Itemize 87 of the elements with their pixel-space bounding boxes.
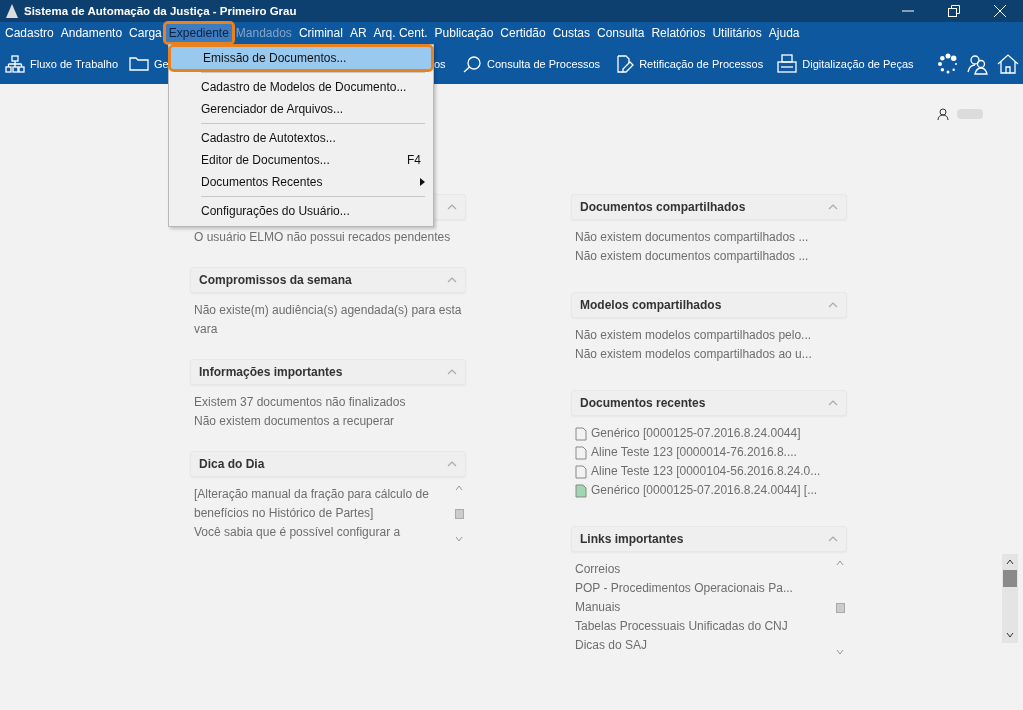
panel-message: O usuário ELMO não possui recados pendentes bbox=[194, 229, 452, 246]
panel-title: Documentos recentes bbox=[580, 396, 707, 410]
collapse-caret-icon[interactable] bbox=[828, 204, 838, 210]
loading-spinner-icon bbox=[937, 53, 959, 75]
toolbar-label[interactable]: Digitalização de Peças bbox=[802, 58, 914, 70]
list-entry[interactable]: Você sabia que é possível configurar a bbox=[194, 523, 448, 542]
home-icon[interactable] bbox=[997, 53, 1019, 75]
panel-message: Existem 37 documentos não finalizados bbox=[194, 394, 407, 411]
list-entry[interactable]: Manuais bbox=[575, 598, 829, 617]
users-icon[interactable] bbox=[967, 53, 989, 75]
scroll-thumb-icon[interactable] bbox=[454, 508, 464, 519]
panel-title: Dica do Dia bbox=[199, 457, 266, 471]
collapse-caret-icon[interactable] bbox=[447, 369, 457, 375]
menu-item[interactable]: Arq. Cent. bbox=[370, 24, 431, 42]
panel-message: Não existem modelos compartilhados pelo... bbox=[575, 327, 813, 344]
list-entry[interactable]: Dicas do SAJ bbox=[575, 636, 829, 655]
panel-scrollbar[interactable] bbox=[454, 485, 464, 542]
submenu-arrow-icon bbox=[420, 178, 425, 186]
collapse-caret-icon[interactable] bbox=[828, 536, 838, 542]
list-entry[interactable]: POP - Procedimentos Operacionais Pa... bbox=[575, 579, 829, 598]
collapse-caret-icon[interactable] bbox=[447, 461, 457, 467]
menu-item[interactable]: Cadastro bbox=[2, 24, 57, 42]
folder-icon bbox=[129, 55, 149, 73]
panel-message: Não existem documentos compartilhados ... bbox=[575, 248, 810, 265]
menu-option[interactable]: Configurações do Usuário... bbox=[169, 193, 433, 222]
menu-option[interactable]: Editor de Documentos... F4 bbox=[169, 149, 433, 171]
list-entry[interactable]: Tabelas Processuais Unificadas do CNJ bbox=[575, 617, 829, 636]
menu-option[interactable]: Emissão de Documentos... bbox=[171, 47, 431, 69]
menu-option[interactable]: Cadastro de Modelos de Documento... bbox=[169, 69, 433, 98]
panel-scrollbar[interactable] bbox=[835, 560, 845, 655]
user-icon bbox=[937, 108, 949, 120]
panel-message: Não existe(m) audiência(s) agendada(s) para esta vara bbox=[194, 302, 463, 338]
panel-title: Modelos compartilhados bbox=[580, 298, 723, 312]
menu-item[interactable]: Andamento bbox=[57, 24, 126, 42]
panel-title: Links importantes bbox=[580, 532, 685, 546]
menu-option[interactable]: Documentos Recentes bbox=[169, 171, 433, 193]
minimize-icon bbox=[902, 10, 914, 12]
menu-item[interactable]: Carga bbox=[126, 24, 165, 42]
list-entry[interactable]: [Alteração manual da fração para cálculo de benefícios no Histórico de Partes] bbox=[194, 485, 448, 523]
panel-title: Compromissos da semana bbox=[199, 273, 353, 287]
scanner-icon bbox=[777, 54, 798, 74]
hierarchy-icon bbox=[5, 55, 25, 73]
panel-title: Documentos compartilhados bbox=[580, 200, 747, 214]
panel-message: Não existem documentos compartilhados ... bbox=[575, 229, 810, 246]
document-icon bbox=[575, 483, 587, 498]
collapse-caret-icon[interactable] bbox=[447, 204, 457, 210]
toolbar-label[interactable]: Consulta de Processos bbox=[487, 58, 601, 70]
recent-document-link[interactable]: Aline Teste 123 [0000014-76.2016.8.... bbox=[591, 443, 797, 462]
menu-item[interactable]: Certidão bbox=[497, 24, 549, 42]
menu-item[interactable]: Criminal bbox=[295, 24, 346, 42]
close-icon bbox=[994, 5, 1006, 17]
menu-item[interactable]: Expediente bbox=[165, 24, 232, 42]
list-entry[interactable]: Correios bbox=[575, 560, 829, 579]
menu-item[interactable]: Custas bbox=[549, 24, 594, 42]
toolbar-label[interactable]: os bbox=[434, 58, 446, 70]
restore-icon bbox=[948, 5, 960, 17]
toolbar-label[interactable]: Retificação de Processos bbox=[639, 58, 764, 70]
window-title: Sistema de Automação da Justiça - Primeiro Grau bbox=[24, 5, 298, 17]
menu-item[interactable]: Relatórios bbox=[648, 24, 709, 42]
menu-item[interactable]: Utilitários bbox=[709, 24, 765, 42]
panel-message: Não existem modelos compartilhados ao u... bbox=[575, 346, 813, 363]
collapse-caret-icon[interactable] bbox=[828, 302, 838, 308]
document-icon bbox=[575, 426, 587, 441]
recent-document-link[interactable]: Genérico [0000125-07.2016.8.24.0044] bbox=[591, 424, 801, 443]
scroll-thumb-icon[interactable] bbox=[835, 602, 845, 613]
app-logo-icon bbox=[6, 4, 18, 18]
menu-option[interactable]: Gerenciador de Arquivos... bbox=[169, 98, 433, 120]
collapse-caret-icon[interactable] bbox=[828, 400, 838, 406]
toolbar-label[interactable]: Fluxo de Trabalho bbox=[30, 58, 119, 70]
scroll-thumb[interactable] bbox=[1003, 570, 1017, 587]
menu-item[interactable]: Consulta bbox=[594, 24, 648, 42]
shortcut-label: F4 bbox=[407, 153, 421, 167]
search-icon bbox=[462, 55, 482, 73]
panel-message: Não existem documentos a recuperar bbox=[194, 413, 396, 430]
menu-item[interactable]: Publicação bbox=[431, 24, 497, 42]
pencil-document-icon bbox=[614, 54, 635, 74]
recent-document-link[interactable]: Aline Teste 123 [0000104-56.2016.8.24.0... bbox=[591, 462, 821, 481]
menu-item[interactable]: AR bbox=[346, 24, 370, 42]
recent-document-link[interactable]: Genérico [0000125-07.2016.8.24.0044] [... bbox=[591, 481, 818, 500]
panel-title: Informações importantes bbox=[199, 365, 344, 379]
menu-option[interactable]: Cadastro de Autotextos... bbox=[169, 120, 433, 149]
menu-item[interactable]: Ajuda bbox=[765, 24, 803, 42]
collapse-caret-icon[interactable] bbox=[447, 277, 457, 283]
document-icon bbox=[575, 464, 587, 479]
vertical-scrollbar[interactable] bbox=[1002, 554, 1018, 643]
document-icon bbox=[575, 445, 587, 460]
toolbar-label[interactable]: Ge bbox=[154, 58, 169, 70]
